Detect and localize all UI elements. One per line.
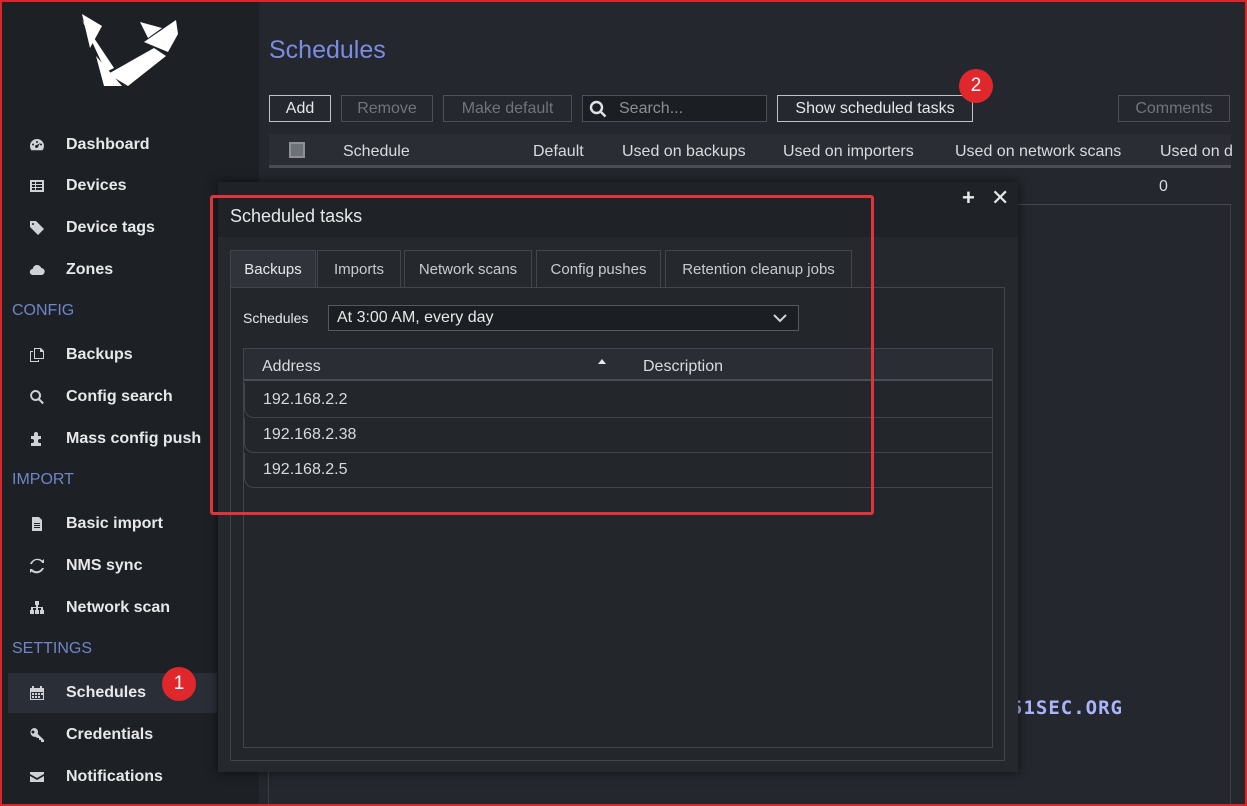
scheduled-tasks-dialog: Scheduled tasks + ✕ Backups Imports Netw… [218, 182, 1018, 772]
row-cell-value: 0 [1159, 178, 1168, 195]
table-row[interactable]: 192.168.2.2 [244, 383, 992, 418]
sidebar-item-devices[interactable]: Devices [8, 166, 217, 206]
column-used-on-importers[interactable]: Used on importers [783, 143, 914, 161]
tab-panel-backups: Schedules At 3:00 AM, every day Address … [230, 287, 1005, 761]
page-title: Schedules [269, 36, 386, 64]
calendar-icon [8, 685, 66, 701]
sidebar-item-config-search[interactable]: Config search [8, 377, 217, 417]
schedules-grid-header: Schedule Default Used on backups Used on… [269, 134, 1233, 168]
column-used-on-backups[interactable]: Used on backups [622, 143, 746, 161]
sidebar-item-label: Notifications [66, 768, 163, 785]
search-icon [8, 389, 66, 405]
sidebar-item-backups[interactable]: Backups [8, 335, 217, 375]
sitemap-icon [8, 600, 66, 616]
column-used-on-network-scans[interactable]: Used on network scans [955, 143, 1121, 161]
column-default[interactable]: Default [533, 143, 584, 161]
chevron-down-icon [773, 314, 787, 323]
make-default-button[interactable]: Make default [443, 95, 572, 122]
sidebar-item-label: Dashboard [66, 136, 150, 153]
address-cell: 192.168.2.5 [263, 461, 348, 478]
sidebar-item-device-tags[interactable]: Device tags [8, 208, 217, 248]
annotation-badge-2: 2 [959, 69, 993, 103]
sidebar-item-label: Config search [66, 388, 173, 405]
sidebar-item-label: Zones [66, 261, 114, 278]
column-used-on-more[interactable]: Used on d [1160, 143, 1233, 161]
tab-backups[interactable]: Backups [230, 250, 316, 288]
maximize-icon[interactable]: + [962, 185, 975, 211]
sidebar-item-label: Mass config push [66, 430, 202, 447]
search-box [582, 95, 767, 122]
sidebar-item-nms-sync[interactable]: NMS sync [8, 546, 217, 586]
watermark: 51SEC.ORG [1011, 697, 1123, 719]
column-schedule[interactable]: Schedule [343, 143, 410, 161]
sidebar-item-label: Schedules [66, 684, 147, 701]
annotation-badge-1: 1 [162, 667, 196, 701]
table-row[interactable]: 192.168.2.5 [244, 453, 992, 488]
address-grid: Address Description 192.168.2.2 192.168.… [243, 348, 993, 748]
add-button[interactable]: Add [269, 95, 331, 122]
address-cell: 192.168.2.38 [263, 426, 357, 443]
sidebar-item-zones[interactable]: Zones [8, 250, 217, 290]
dialog-header: Scheduled tasks + ✕ [218, 182, 1018, 237]
tags-icon [8, 220, 66, 236]
key-icon [8, 727, 66, 743]
search-input[interactable] [619, 99, 759, 118]
grid-border [1230, 205, 1231, 804]
sidebar-item-label: NMS sync [66, 557, 143, 574]
close-icon[interactable]: ✕ [991, 185, 1009, 211]
address-cell: 192.168.2.2 [263, 391, 348, 408]
sidebar-item-label: Device tags [66, 219, 155, 236]
table-row[interactable]: 192.168.2.38 [244, 418, 992, 453]
schedule-select[interactable]: At 3:00 AM, every day [328, 305, 799, 331]
schedules-label: Schedules [243, 310, 309, 326]
refresh-icon [8, 558, 66, 574]
section-import: IMPORT [12, 471, 74, 488]
sidebar-item-dashboard[interactable]: Dashboard [8, 125, 217, 165]
puzzle-icon [8, 431, 66, 447]
column-description[interactable]: Description [643, 358, 723, 376]
show-scheduled-tasks-button[interactable]: Show scheduled tasks [777, 95, 973, 122]
sidebar-item-notifications[interactable]: Notifications [8, 757, 217, 797]
tab-retention-cleanup-jobs[interactable]: Retention cleanup jobs [665, 250, 852, 288]
remove-button[interactable]: Remove [341, 95, 433, 122]
cloud-icon [8, 262, 66, 278]
file-icon [8, 516, 66, 532]
comments-button[interactable]: Comments [1118, 95, 1230, 122]
tab-network-scans[interactable]: Network scans [404, 250, 532, 288]
dialog-title: Scheduled tasks [230, 206, 363, 226]
sidebar-item-credentials[interactable]: Credentials [8, 715, 217, 755]
sidebar-item-label: Devices [66, 177, 127, 194]
select-all-checkbox[interactable] [289, 142, 305, 158]
address-grid-header: Address Description [244, 349, 992, 381]
tab-imports[interactable]: Imports [317, 250, 401, 288]
table-icon [8, 178, 66, 194]
tab-config-pushes[interactable]: Config pushes [536, 250, 661, 288]
sidebar-item-label: Backups [66, 346, 133, 363]
schedule-select-value: At 3:00 AM, every day [337, 309, 494, 326]
copy-icon [8, 347, 66, 363]
section-settings: SETTINGS [12, 640, 93, 657]
section-config: CONFIG [12, 302, 75, 319]
column-address[interactable]: Address [262, 358, 321, 376]
sort-ascending-icon [598, 359, 606, 364]
sidebar-item-label: Basic import [66, 515, 163, 532]
dashboard-icon [8, 137, 66, 153]
sidebar-item-mass-config-push[interactable]: Mass config push [8, 419, 217, 459]
sidebar-item-label: Credentials [66, 726, 154, 743]
search-icon [589, 100, 607, 117]
sidebar-item-basic-import[interactable]: Basic import [8, 504, 217, 544]
app-logo [82, 14, 178, 86]
sidebar-item-network-scan[interactable]: Network scan [8, 588, 217, 628]
sidebar-item-label: Network scan [66, 599, 171, 616]
envelope-icon [8, 769, 66, 785]
